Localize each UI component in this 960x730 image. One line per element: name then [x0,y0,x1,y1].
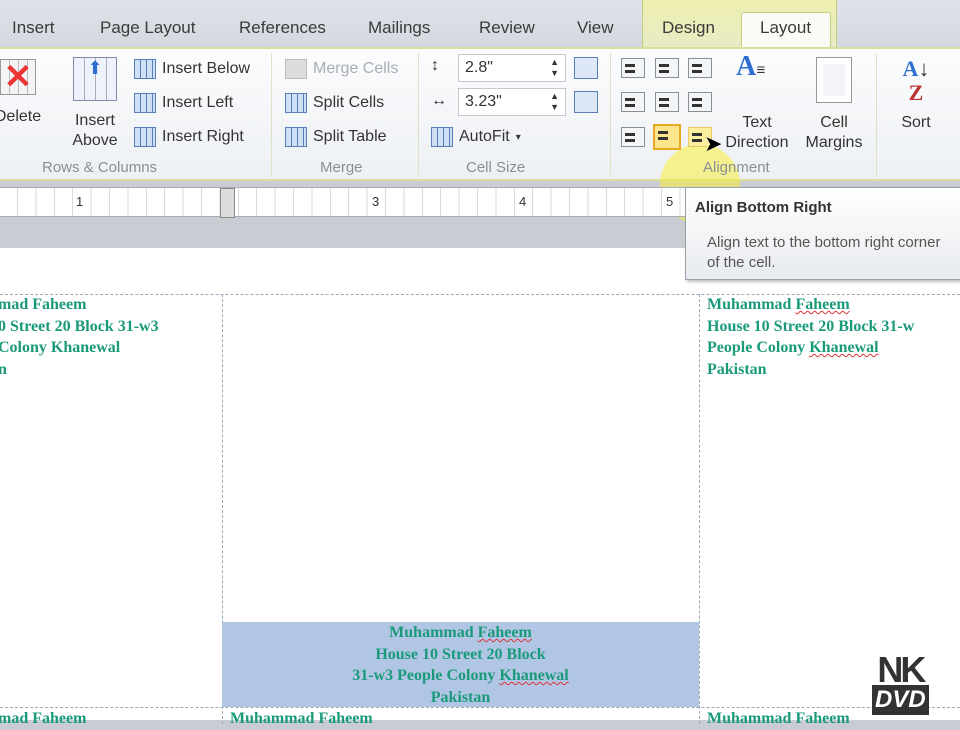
column-marker-handle[interactable] [220,188,235,218]
insert-below-button[interactable]: Insert Below [134,59,250,79]
mouse-cursor-icon: ➤ [704,131,723,156]
tab-layout[interactable]: Layout [760,18,811,38]
next-row-middle-cell[interactable]: Muhammad Faheem [230,708,373,730]
tab-page-layout[interactable]: Page Layout [100,18,195,38]
table-column-border[interactable] [699,294,700,724]
align-bottom-left-button[interactable]: ▬ ▬ [621,127,645,147]
group-label-cell-size: Cell Size [466,159,526,176]
tab-references[interactable]: References [239,18,326,38]
ruler-number: 1 [76,194,84,209]
insert-left-button[interactable]: Insert Left [134,93,233,113]
merge-cells-button[interactable]: Merge Cells [285,59,398,79]
cell-margins-icon [816,57,852,103]
row-height-input[interactable]: 2.8" ▲ ▼ [458,54,566,82]
group-label-merge: Merge [320,159,363,176]
dropdown-arrow-icon: ▾ [515,131,521,143]
tooltip-body: Align text to the bottom right corner of… [707,234,941,271]
autofit-icon [431,127,453,147]
column-width-icon: ↔ [431,92,447,109]
autofit-button[interactable]: AutoFit ▾ [431,127,521,147]
ribbon: ✕ Delete ⬆ Insert Above Insert Below Ins… [0,47,960,224]
next-row-right-cell[interactable]: Muhammad Faheem [707,708,850,730]
delete-button[interactable]: ✕ Delete [0,59,48,127]
split-table-button[interactable]: Split Table [285,127,387,147]
group-separator [271,53,272,177]
next-row-left-cell[interactable]: mad Faheem [0,708,86,730]
delete-table-icon: ✕ [0,59,36,95]
align-top-left-button[interactable]: ▬ ▬ [621,58,645,78]
column-width-input[interactable]: 3.23" ▲ ▼ [458,88,566,116]
tab-mailings[interactable]: Mailings [368,18,430,38]
label-cell-left[interactable]: mad Faheem 0 Street 20 Block 31-w3 Colon… [0,294,159,380]
insert-above-icon: ⬆ [73,57,117,101]
selected-label-cell[interactable]: Muhammad Faheem House 10 Street 20 Block… [222,622,699,707]
sort-az-icon: A↓ Z [902,56,930,105]
group-label-rows-columns: Rows & Columns [42,159,158,176]
nkdvd-watermark-logo: NK DVD [872,652,929,715]
spinner-arrows-icon[interactable]: ▲ ▼ [550,57,559,79]
insert-below-icon [134,59,156,79]
insert-right-button[interactable]: Insert Right [134,127,244,147]
address-block: Muhammad Faheem House 10 Street 20 Block… [352,624,569,706]
align-center-right-button[interactable]: ▬ ▬ [688,92,712,112]
tab-review[interactable]: Review [479,18,535,38]
cell-margins-button[interactable]: Cell Margins [800,57,868,153]
text-direction-button[interactable]: A≡ Text Direction [722,51,792,153]
text-direction-icon: A≡ [736,51,766,82]
group-separator [610,53,611,177]
distribute-rows-icon[interactable] [574,57,598,79]
ruler-number: 5 [666,194,674,209]
group-separator [876,53,877,177]
tab-insert[interactable]: Insert [12,18,55,38]
sort-button[interactable]: A↓ Z Sort [890,57,942,133]
align-top-center-button[interactable]: ▬ ▬ [655,58,679,78]
group-separator [418,53,419,177]
tab-design[interactable]: Design [662,18,715,38]
insert-above-button[interactable]: ⬆ Insert Above [64,57,126,151]
label-cell-right[interactable]: Muhammad Faheem House 10 Street 20 Block… [707,294,914,380]
align-bottom-center-button[interactable]: ▬ ▬ [653,124,681,150]
align-top-right-button[interactable]: ▬ ▬ [688,58,712,78]
split-cells-icon [285,93,307,113]
split-table-icon [285,127,307,147]
split-cells-button[interactable]: Split Cells [285,93,384,113]
merge-cells-icon [285,59,307,79]
insert-right-icon [134,127,156,147]
ruler-number: 4 [519,194,527,209]
distribute-columns-icon[interactable] [574,91,598,113]
spinner-arrows-icon[interactable]: ▲ ▼ [550,91,559,113]
align-center-left-button[interactable]: ▬ ▬ [621,92,645,112]
row-height-icon: ↕ [431,57,439,74]
ribbon-tab-bar: Insert Page Layout References Mailings R… [0,0,960,52]
group-label-alignment: Alignment [703,159,770,176]
tooltip: Align Bottom Right Align text to the bot… [685,187,960,280]
tab-view[interactable]: View [577,18,614,38]
ruler-number: 3 [372,194,380,209]
tooltip-title: Align Bottom Right [695,199,832,216]
insert-left-icon [134,93,156,113]
align-center-button[interactable]: ▬ ▬ [655,92,679,112]
